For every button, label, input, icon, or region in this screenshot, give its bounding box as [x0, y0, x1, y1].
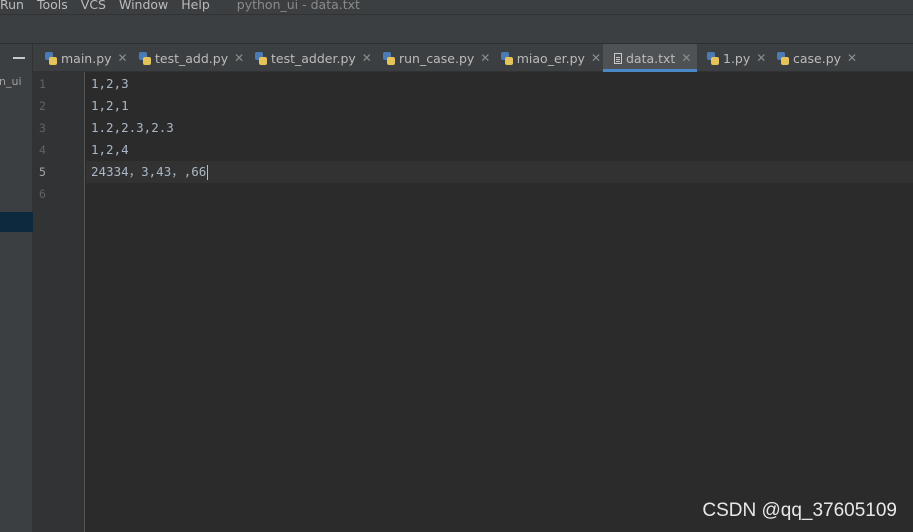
- tab-run-case-py[interactable]: run_case.py ✕: [379, 44, 493, 72]
- line-number: 6: [39, 187, 46, 201]
- menu-window[interactable]: Window: [119, 0, 168, 12]
- close-icon[interactable]: ✕: [756, 51, 766, 65]
- python-file-icon: [255, 51, 267, 65]
- python-file-icon: [139, 51, 151, 65]
- python-file-icon: [383, 51, 395, 65]
- text-caret: [207, 165, 209, 180]
- python-file-icon: [45, 51, 57, 65]
- watermark: CSDN @qq_37605109: [702, 500, 897, 521]
- close-icon[interactable]: ✕: [118, 51, 128, 65]
- menu-tools[interactable]: Tools: [37, 0, 68, 12]
- python-file-icon: [501, 51, 513, 65]
- close-icon[interactable]: ✕: [847, 51, 857, 65]
- tab-label: 1.py: [723, 50, 751, 66]
- window-title: python_ui - data.txt: [236, 0, 360, 12]
- tab-label: test_add.py: [155, 50, 229, 66]
- line-number: 2: [39, 99, 46, 113]
- tab-label: case.py: [793, 50, 842, 66]
- line-number: 4: [39, 143, 46, 157]
- python-file-icon: [707, 51, 719, 65]
- editor-text-area[interactable]: 1,2,3 1,2,1 1.2,2.3,2.3 1,2,4 24334，3,43…: [86, 72, 913, 532]
- code-text: 1,2,1: [91, 98, 129, 113]
- tab-case-py[interactable]: case.py ✕: [773, 44, 861, 72]
- current-code-line[interactable]: 24334，3,43，,66: [86, 161, 913, 183]
- line-number: 1: [39, 77, 46, 91]
- tab-data-txt[interactable]: data.txt ✕: [603, 44, 697, 72]
- tab-main-py[interactable]: main.py ✕: [41, 44, 133, 72]
- tab-label: main.py: [61, 50, 112, 66]
- toolbar: [0, 14, 913, 44]
- menu-help[interactable]: Help: [181, 0, 210, 12]
- code-text: 24334，3,43，,66: [91, 164, 207, 179]
- menu-run[interactable]: Run: [0, 0, 24, 12]
- project-tree-selected-row[interactable]: [0, 212, 33, 232]
- code-text: 1,2,3: [91, 76, 129, 91]
- project-panel: n_ui: [0, 44, 33, 532]
- tab-1-py[interactable]: 1.py ✕: [703, 44, 769, 72]
- close-icon[interactable]: ✕: [591, 51, 601, 65]
- menu-bar: Run Tools VCS Window Help python_ui - da…: [0, 0, 913, 14]
- tab-test-adder-py[interactable]: test_adder.py ✕: [251, 44, 373, 72]
- close-icon[interactable]: ✕: [681, 51, 691, 65]
- line-number: 3: [39, 121, 46, 135]
- code-text: 1,2,4: [91, 142, 129, 157]
- minimize-icon[interactable]: [13, 57, 25, 59]
- current-line-wrap: 24334，3,43，,66: [91, 161, 209, 183]
- code-text: 1.2,2.3,2.3: [91, 120, 174, 135]
- close-icon[interactable]: ✕: [234, 51, 244, 65]
- close-icon[interactable]: ✕: [480, 51, 490, 65]
- line-number: 5: [39, 165, 46, 179]
- tab-test-add-py[interactable]: test_add.py ✕: [135, 44, 245, 72]
- tab-label: data.txt: [626, 50, 676, 66]
- close-icon[interactable]: ✕: [362, 51, 372, 65]
- python-file-icon: [777, 51, 789, 65]
- tab-miao-er-py[interactable]: miao_er.py ✕: [497, 44, 601, 72]
- tab-label: test_adder.py: [271, 50, 356, 66]
- text-file-icon: [614, 52, 622, 64]
- menu-vcs[interactable]: VCS: [81, 0, 106, 12]
- editor-tab-bar: main.py ✕ test_add.py ✕ test_adder.py ✕ …: [33, 44, 913, 72]
- tab-label: run_case.py: [399, 50, 475, 66]
- project-tree-label[interactable]: n_ui: [0, 75, 32, 88]
- editor-gutter: 1 2 3 4 5 6: [33, 72, 85, 532]
- tab-label: miao_er.py: [516, 50, 585, 66]
